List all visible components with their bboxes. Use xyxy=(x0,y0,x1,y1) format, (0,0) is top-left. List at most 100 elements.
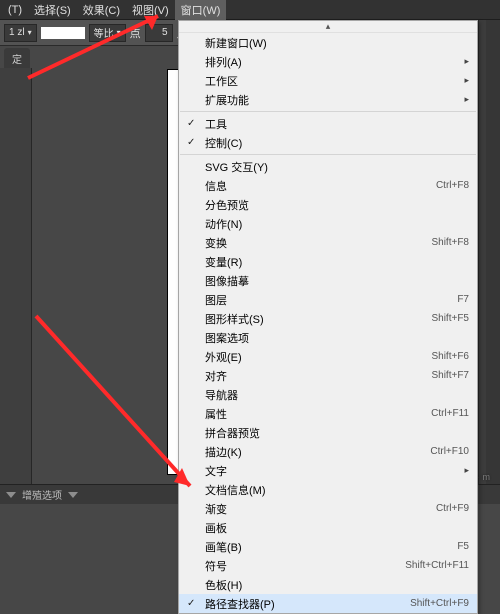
menu-item-label: 外观(E) xyxy=(205,349,242,365)
menu-item-label: 工作区 xyxy=(205,73,238,89)
menu-item-label: 图案选项 xyxy=(205,330,249,346)
menu-select[interactable]: 选择(S) xyxy=(28,0,77,20)
menu-item-shortcut: Shift+F8 xyxy=(431,237,469,248)
points-value: 5 xyxy=(150,27,168,38)
menu-item[interactable]: 图像描摹 xyxy=(179,271,477,290)
menu-separator xyxy=(180,154,476,155)
menu-item-shortcut: Shift+Ctrl+F9 xyxy=(410,598,469,609)
menu-item[interactable]: 文字 xyxy=(179,461,477,480)
menu-item[interactable]: 排列(A) xyxy=(179,52,477,71)
scrollbar-vertical[interactable] xyxy=(486,20,500,484)
menu-item[interactable]: 工作区 xyxy=(179,71,477,90)
menu-window[interactable]: 窗口(W) xyxy=(175,0,227,20)
menu-item[interactable]: 变量(R) xyxy=(179,252,477,271)
menu-item-label: 分色预览 xyxy=(205,197,249,213)
menu-item-label: 新建窗口(W) xyxy=(205,35,267,51)
stroke-preview[interactable] xyxy=(41,27,85,39)
menu-item-label: 变量(R) xyxy=(205,254,242,270)
dropdown-icon[interactable] xyxy=(68,492,78,498)
menu-item[interactable]: ✓ 工具 xyxy=(179,114,477,133)
menu-item[interactable]: 属性 Ctrl+F11 xyxy=(179,404,477,423)
menu-item-shortcut: F5 xyxy=(457,541,469,552)
menu-item-label: 图层 xyxy=(205,292,227,308)
menu-item[interactable]: 动作(N) xyxy=(179,214,477,233)
menu-item-label: 导航器 xyxy=(205,387,238,403)
menu-item-label: 对齐 xyxy=(205,368,227,384)
menu-item-shortcut: Shift+Ctrl+F11 xyxy=(405,560,469,571)
zoom-value: 1 zl xyxy=(9,27,25,38)
menu-item-label: 图形样式(S) xyxy=(205,311,264,327)
check-icon: ✓ xyxy=(187,118,195,129)
menu-item-label: 控制(C) xyxy=(205,135,242,151)
menu-item-label: 扩展功能 xyxy=(205,92,249,108)
menu-item-shortcut: Ctrl+F9 xyxy=(436,503,469,514)
points-label: 点 xyxy=(130,25,141,41)
menu-item-label: 文档信息(M) xyxy=(205,482,266,498)
tool-panel[interactable] xyxy=(0,68,32,504)
menu-item-shortcut: Shift+F6 xyxy=(431,351,469,362)
menu-item-label: 信息 xyxy=(205,178,227,194)
document-tab[interactable]: 定 xyxy=(4,48,30,68)
check-icon: ✓ xyxy=(187,598,195,609)
menu-item[interactable]: 描边(K)Ctrl+F10 xyxy=(179,442,477,461)
menu-item[interactable]: ✓ 路径查找器(P) Shift+Ctrl+F9 xyxy=(179,594,477,613)
menu-item[interactable]: 导航器 xyxy=(179,385,477,404)
menu-item-label: 画笔(B) xyxy=(205,539,242,555)
menu-item-shortcut: F7 xyxy=(457,294,469,305)
menu-item[interactable]: 文档信息(M) xyxy=(179,480,477,499)
points-spinner[interactable]: 5 xyxy=(145,24,173,42)
menu-item-label: 符号 xyxy=(205,558,227,574)
menu-item[interactable]: 画笔(B) F5 xyxy=(179,537,477,556)
menu-item-label: 工具 xyxy=(205,116,227,132)
menu-item-shortcut: Ctrl+F10 xyxy=(430,446,469,457)
zoom-combo[interactable]: 1 zl ▾ xyxy=(4,24,37,42)
menu-item-label: 拼合器预览 xyxy=(205,425,260,441)
menu-item[interactable]: 信息 Ctrl+F8 xyxy=(179,176,477,195)
menu-effect[interactable]: 效果(C) xyxy=(77,0,126,20)
menu-item-label: 属性 xyxy=(205,406,227,422)
menu-item[interactable]: 符号 Shift+Ctrl+F11 xyxy=(179,556,477,575)
menu-item[interactable]: 外观(E) Shift+F6 xyxy=(179,347,477,366)
menu-item-label: 路径查找器(P) xyxy=(205,596,275,612)
menu-item[interactable]: 图层 F7 xyxy=(179,290,477,309)
scroll-up-icon[interactable]: ▴ xyxy=(179,21,477,33)
menu-item-shortcut: Ctrl+F8 xyxy=(436,180,469,191)
menu-item[interactable]: 图案选项 xyxy=(179,328,477,347)
menu-item[interactable]: 画板 xyxy=(179,518,477,537)
menu-separator xyxy=(180,111,476,112)
check-icon: ✓ xyxy=(187,137,195,148)
menu-item-label: SVG 交互(Y) xyxy=(205,159,268,175)
menu-item[interactable]: SVG 交互(Y) xyxy=(179,157,477,176)
chevron-down-icon: ▾ xyxy=(28,28,32,37)
right-panel-collapsed[interactable] xyxy=(478,20,486,484)
menu-item[interactable]: 新建窗口(W) xyxy=(179,33,477,52)
menu-item[interactable]: 对齐 Shift+F7 xyxy=(179,366,477,385)
menu-item[interactable]: 拼合器预览 xyxy=(179,423,477,442)
menu-item-label: 排列(A) xyxy=(205,54,242,70)
menubar: (T) 选择(S) 效果(C) 视图(V) 窗口(W) xyxy=(0,0,500,20)
menu-item[interactable]: ✓ 控制(C) xyxy=(179,133,477,152)
menu-item-label: 动作(N) xyxy=(205,216,242,232)
menu-item-label: 图像描摹 xyxy=(205,273,249,289)
menu-item-label: 变换 xyxy=(205,235,227,251)
menu-view[interactable]: 视图(V) xyxy=(126,0,175,20)
menu-item-shortcut: Ctrl+F11 xyxy=(431,408,469,419)
menu-item-label: 画板 xyxy=(205,520,227,536)
menu-item-shortcut: Shift+F5 xyxy=(431,313,469,324)
menu-item[interactable]: 渐变 Ctrl+F9 xyxy=(179,499,477,518)
stroke-label: 等比 xyxy=(94,25,114,40)
menu-t[interactable]: (T) xyxy=(2,2,28,18)
menu-item[interactable]: 图形样式(S) Shift+F5 xyxy=(179,309,477,328)
menu-item[interactable]: 变换 Shift+F8 xyxy=(179,233,477,252)
menu-item[interactable]: 扩展功能 xyxy=(179,90,477,109)
menu-item-shortcut: Shift+F7 xyxy=(431,370,469,381)
chevron-down-icon: ▾ xyxy=(117,28,121,37)
menu-item-label: 渐变 xyxy=(205,501,227,517)
stroke-label-combo[interactable]: 等比 ▾ xyxy=(89,24,126,42)
menu-item-label: 色板(H) xyxy=(205,577,242,593)
menu-item[interactable]: 色板(H) xyxy=(179,575,477,594)
expand-icon[interactable] xyxy=(6,492,16,498)
window-menu: ▴ 新建窗口(W)排列(A)工作区扩展功能✓工具✓控制(C)SVG 交互(Y)信… xyxy=(178,20,478,614)
menu-item[interactable]: 分色预览 xyxy=(179,195,477,214)
status-label: 增殖选项 xyxy=(22,487,62,502)
